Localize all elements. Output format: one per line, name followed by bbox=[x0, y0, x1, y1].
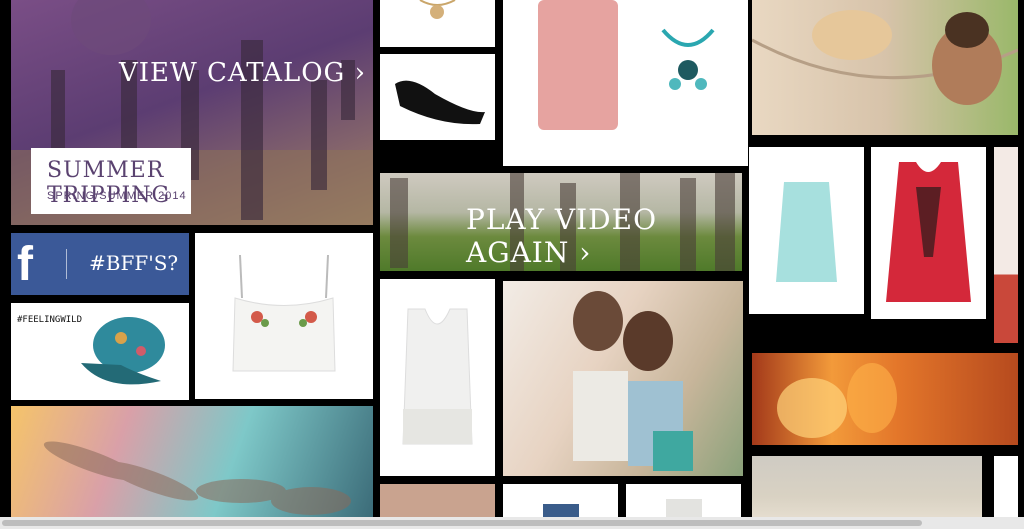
product-tile-embroidered-top[interactable] bbox=[195, 233, 373, 399]
collection-label-box: SUMMER TRIPPING SPRING/SUMMER 2014 bbox=[31, 148, 191, 214]
lifestyle-photo-table[interactable] bbox=[752, 456, 982, 524]
embroidered-cami-image bbox=[232, 254, 336, 372]
view-catalog-link[interactable]: VIEW CATALOG › bbox=[119, 58, 366, 88]
divider bbox=[66, 249, 67, 279]
scrollbar-thumb[interactable] bbox=[2, 520, 922, 526]
white-lace-tank-image bbox=[402, 308, 473, 445]
facebook-share-bar[interactable]: f #BFF'S? bbox=[11, 233, 189, 295]
product-tile-hat[interactable]: #FEELINGWILD bbox=[11, 303, 189, 400]
product-tile-necklace-gold[interactable] bbox=[380, 0, 495, 47]
red-embroidered-tank-image bbox=[886, 162, 971, 302]
hero-catalog-tile[interactable]: VIEW CATALOG › SUMMER TRIPPING SPRING/SU… bbox=[11, 0, 373, 225]
product-tile-sandals[interactable] bbox=[380, 54, 495, 140]
product-tile-pink-blouse-necklace[interactable] bbox=[503, 0, 748, 166]
horizontal-scrollbar[interactable] bbox=[0, 517, 1024, 529]
lifestyle-photo-two-girls[interactable] bbox=[503, 281, 743, 476]
lifestyle-photo-fire[interactable] bbox=[752, 353, 1018, 445]
lifestyle-photo-lounging[interactable] bbox=[11, 406, 373, 521]
partial-promo-tile[interactable] bbox=[994, 147, 1018, 343]
product-tile-bottom-4[interactable] bbox=[994, 456, 1018, 524]
product-tile-red-tank[interactable] bbox=[871, 147, 986, 319]
play-video-link[interactable]: PLAY VIDEO AGAIN › bbox=[466, 203, 742, 269]
mint-crop-top-image bbox=[776, 182, 837, 282]
campfire-illustration bbox=[777, 363, 897, 438]
facebook-icon[interactable]: f bbox=[17, 241, 33, 289]
collection-subtitle: SPRING/SUMMER 2014 bbox=[47, 190, 187, 202]
hammock-couple-illustration bbox=[752, 10, 1018, 105]
bffs-hashtag: #BFF'S? bbox=[89, 251, 179, 275]
lifestyle-photo-hammock[interactable] bbox=[752, 0, 1018, 135]
product-tile-mint-crop[interactable] bbox=[749, 147, 864, 314]
pink-blouse-necklace-image bbox=[538, 0, 715, 130]
floral-cap-image bbox=[81, 317, 165, 385]
black-sandals-image bbox=[395, 80, 485, 125]
video-tile[interactable]: PLAY VIDEO AGAIN › bbox=[380, 173, 742, 271]
lounging-people-illustration bbox=[43, 441, 351, 515]
product-tile-lace-tank[interactable] bbox=[380, 279, 495, 476]
gold-necklace-image bbox=[419, 0, 456, 19]
two-girls-illustration bbox=[573, 291, 693, 471]
